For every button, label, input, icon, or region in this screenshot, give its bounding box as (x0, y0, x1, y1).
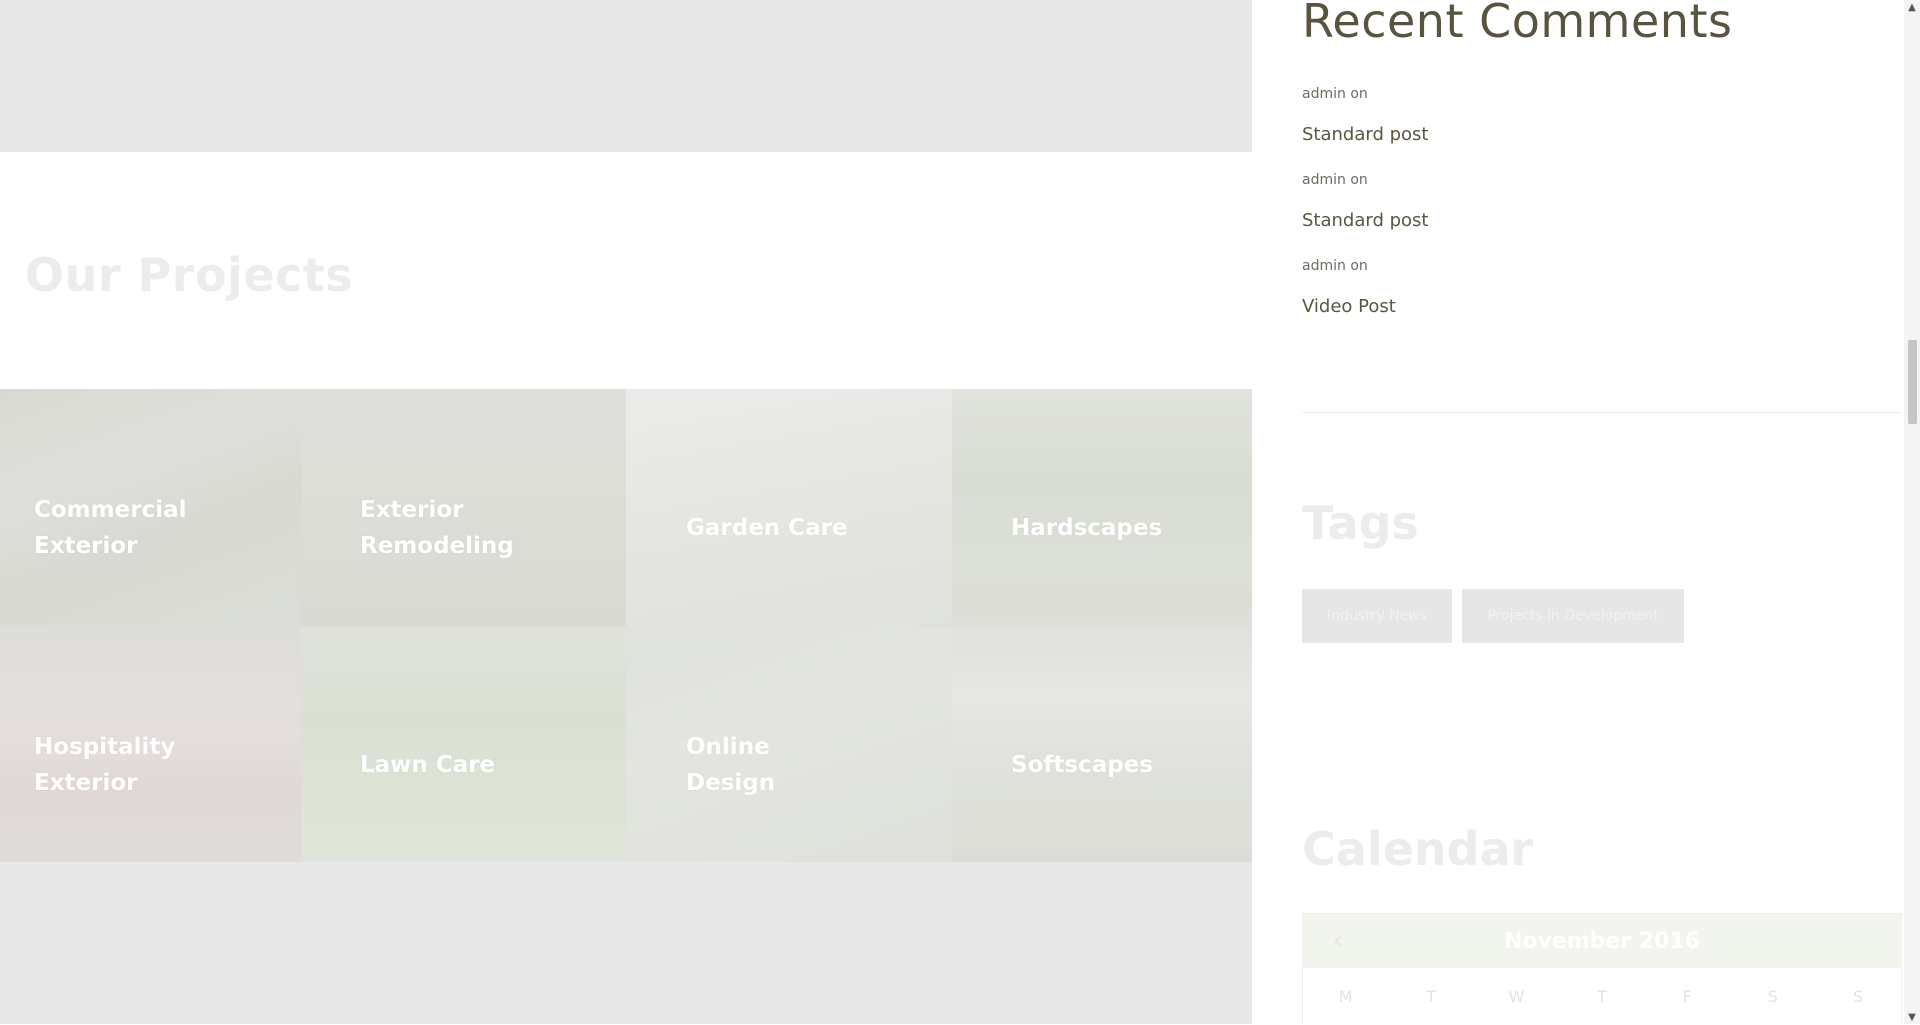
top-gray-section (0, 0, 1252, 152)
tag-industry-news[interactable]: Industry News (1302, 589, 1452, 643)
project-tile-label: Exterior Remodeling (360, 496, 514, 559)
scroll-up-arrow-icon[interactable]: ▲ (1904, 0, 1920, 14)
comment-post-link[interactable]: Video Post (1302, 296, 1396, 317)
comment-author: admin on (1302, 172, 1368, 188)
project-tile-hospitality-exterior[interactable]: Hospitality Exterior (0, 626, 301, 863)
chevron-left-icon[interactable]: ‹ (1325, 926, 1351, 956)
project-tile-hardscapes[interactable]: Hardscapes (952, 389, 1277, 626)
recent-comments-title: Recent Comments (1302, 0, 1733, 48)
project-tile-label: Hospitality Exterior (34, 733, 176, 796)
project-tile-label: Garden Care (686, 514, 848, 541)
bottom-gray-section (0, 862, 1252, 1024)
comment-post-link[interactable]: Standard post (1302, 124, 1428, 145)
tags-title: Tags (1302, 496, 1419, 550)
weekday-label: T (1426, 987, 1437, 1006)
comment-item: admin on Video Post (1302, 258, 1862, 344)
tag-projects-in-development[interactable]: Projects in Development (1462, 589, 1684, 643)
weekday-label: S (1767, 987, 1778, 1006)
project-tile-lawn-care[interactable]: Lawn Care (301, 626, 626, 863)
project-tile-exterior-remodeling[interactable]: Exterior Remodeling (301, 389, 626, 626)
projects-title: Our Projects (25, 248, 354, 302)
weekday-label: S (1853, 987, 1864, 1006)
comment-post-link[interactable]: Standard post (1302, 210, 1428, 231)
scroll-down-arrow-icon[interactable]: ▼ (1904, 1010, 1920, 1024)
page-scrollbar[interactable]: ▲ ▼ (1904, 0, 1920, 1024)
project-tile-commercial-exterior[interactable]: Commercial Exterior (0, 389, 301, 626)
project-tile-label: Softscapes (1011, 751, 1153, 778)
scrollbar-thumb[interactable] (1908, 340, 1917, 424)
comment-author: admin on (1302, 86, 1368, 102)
comment-author: admin on (1302, 258, 1368, 274)
comment-item: admin on Standard post (1302, 172, 1862, 258)
recent-comments-list: admin on Standard post admin on Standard… (1302, 86, 1862, 344)
weekday-label: F (1682, 987, 1692, 1006)
project-tile-garden-care[interactable]: Garden Care (626, 389, 952, 626)
calendar-weekdays: M T W T F S S (1303, 968, 1901, 1025)
calendar-month: November 2016 (1503, 928, 1701, 954)
weekday-label: M (1338, 987, 1353, 1006)
weekday-label: W (1508, 987, 1525, 1006)
comment-item: admin on Standard post (1302, 86, 1862, 172)
projects-grid: Commercial Exterior Exterior Remodeling Ga… (0, 389, 1277, 863)
project-tile-softscapes[interactable]: Softscapes (952, 626, 1277, 863)
project-tile-online-design[interactable]: Online Design (626, 626, 952, 863)
sidebar: Recent Comments admin on Standard post a… (1252, 0, 1904, 1024)
sidebar-divider (1302, 412, 1902, 413)
weekday-label: T (1597, 987, 1607, 1006)
project-tile-label: Hardscapes (1011, 514, 1163, 541)
calendar-widget: ‹ November 2016 M T W T F S S (1302, 913, 1902, 1024)
calendar-title: Calendar (1302, 822, 1534, 876)
calendar-header: ‹ November 2016 (1303, 914, 1901, 968)
project-tile-label: Online Design (686, 733, 776, 796)
project-tile-label: Commercial Exterior (34, 496, 187, 559)
project-tile-label: Lawn Care (360, 751, 496, 778)
